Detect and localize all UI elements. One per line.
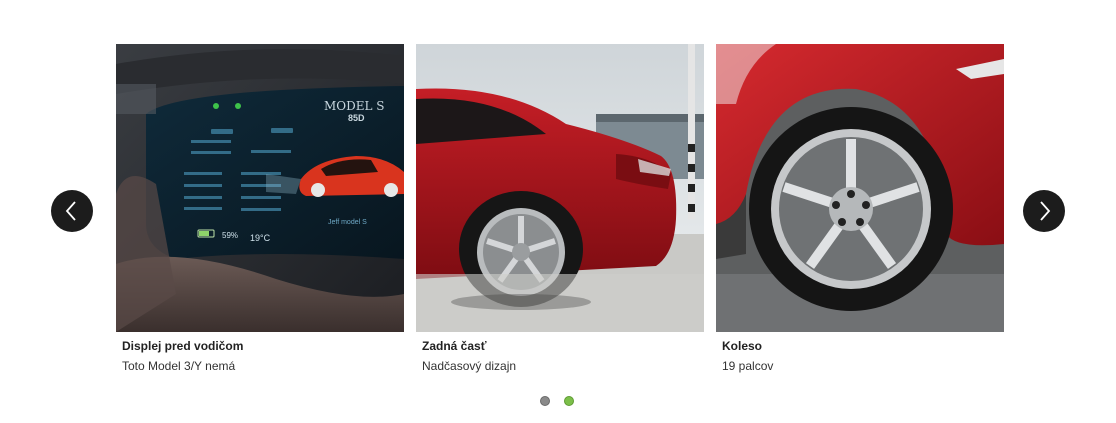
slide-card[interactable]: Zadná časť Nadčasový dizajn [416,44,704,374]
wheel-photo [716,44,1004,332]
image-carousel: MODEL S 85D Jeff model S 59% 19°C Disple… [0,0,1116,423]
pagination-dot-active[interactable] [564,396,574,406]
slide-subtitle: Nadčasový dizajn [422,359,517,373]
display-owner-text: Jeff model S [328,219,367,226]
display-model-text: MODEL S [324,99,385,113]
slide-title: Koleso [722,339,763,353]
prev-slide-button[interactable] [51,190,93,232]
wheel-image [716,44,1004,332]
slide-subtitle: 19 palcov [722,359,774,373]
display-temp-text: 19°C [250,233,271,243]
dashboard-display-photo: MODEL S 85D Jeff model S 59% 19°C [116,44,404,332]
pagination-dots [540,396,574,406]
display-variant-text: 85D [348,113,365,123]
chevron-left-icon [65,201,76,221]
rear-car-image [416,44,704,332]
chevron-right-icon [1040,201,1051,221]
slide-title: Zadná časť [422,339,487,353]
slide-card[interactable]: Koleso 19 palcov [716,44,1004,374]
slide-card[interactable]: MODEL S 85D Jeff model S 59% 19°C Disple… [116,44,404,374]
slide-subtitle: Toto Model 3/Y nemá [122,359,236,373]
pagination-dot[interactable] [540,396,550,406]
rear-car-photo [416,44,704,332]
slide-title: Displej pred vodičom [122,339,244,353]
display-battery-text: 59% [222,231,238,240]
dashboard-display-image: MODEL S 85D Jeff model S 59% 19°C [116,44,404,332]
next-slide-button[interactable] [1023,190,1065,232]
